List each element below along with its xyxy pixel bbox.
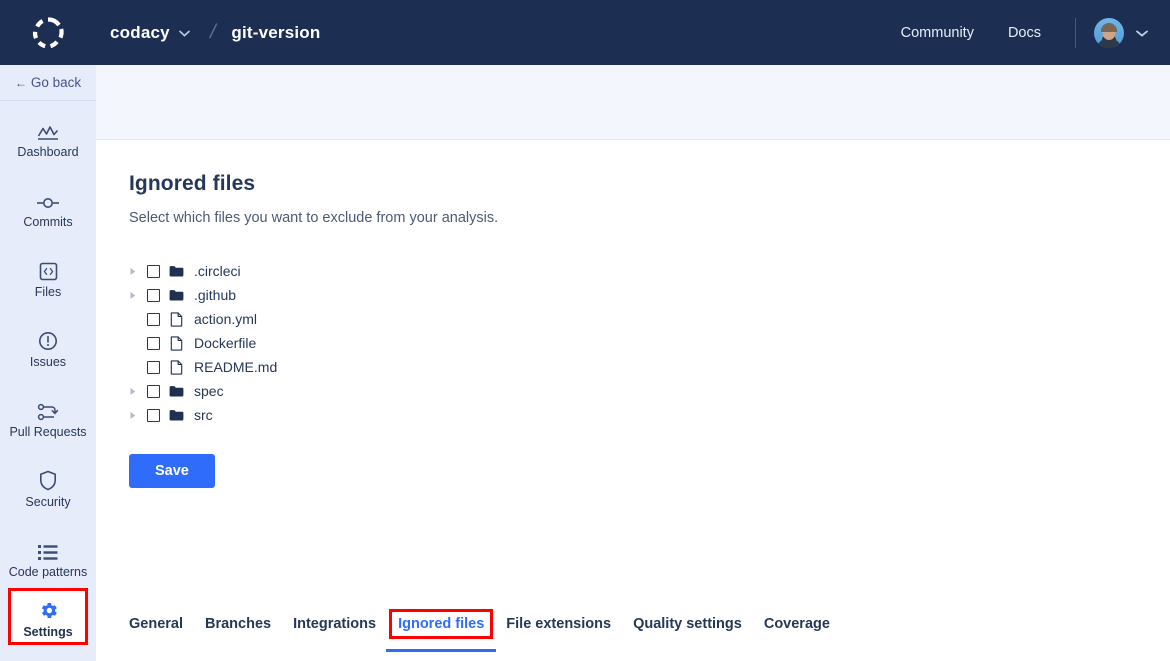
gear-icon [38, 595, 59, 621]
file-name: spec [194, 383, 224, 399]
sidebar-item-label: Security [25, 495, 71, 510]
chevron-right-icon[interactable] [124, 403, 142, 427]
file-name: Dockerfile [194, 335, 257, 351]
folder-icon [168, 383, 184, 399]
ignored-files-tree: .circleci .github action.yml Dockerfile … [124, 259, 1170, 427]
codacy-logo[interactable] [0, 0, 96, 65]
tab-ignored-files[interactable]: Ignored files [386, 609, 497, 652]
settings-tab-bar [96, 65, 1170, 140]
tab-file-extensions[interactable]: File extensions [506, 616, 611, 644]
sidebar-item-label: Commits [23, 215, 73, 230]
chevron-down-icon[interactable] [1136, 24, 1148, 42]
sidebar-item-commits[interactable]: Commits [0, 173, 96, 241]
file-icon [168, 335, 184, 351]
sidebar-item-dashboard[interactable]: Dashboard [0, 103, 96, 171]
sidebar-item-settings[interactable]: Settings [8, 588, 88, 645]
go-back-button[interactable]: ← Go back [0, 65, 96, 101]
avatar[interactable] [1094, 17, 1124, 48]
go-back-label: Go back [30, 75, 82, 90]
sidebar-item-label: Code patterns [8, 565, 88, 580]
table-row[interactable]: action.yml [124, 307, 1170, 331]
folder-icon [168, 287, 184, 303]
file-icon [168, 359, 184, 375]
chevron-right-icon[interactable] [124, 283, 142, 307]
divider [1075, 17, 1076, 48]
page-subtitle: Select which files you want to exclude f… [129, 210, 499, 226]
tab-branches[interactable]: Branches [205, 616, 271, 644]
community-link[interactable]: Community [901, 25, 974, 41]
file-icon [168, 311, 184, 327]
sidebar-item-files[interactable]: Files [0, 243, 96, 311]
tab-list: General Branches Integrations Ignored fi… [129, 609, 852, 661]
top-navigation-bar: codacy / git-version Community Docs [0, 0, 1170, 65]
chevron-down-icon[interactable] [178, 24, 190, 42]
arrow-left-icon: ← [14, 75, 27, 90]
sidebar-item-label: Settings [23, 624, 73, 639]
file-checkbox[interactable] [147, 264, 160, 278]
sidebar-item-pull-requests[interactable]: Pull Requests [0, 383, 96, 451]
chart-mountain-icon [37, 115, 59, 141]
code-brackets-icon [39, 255, 58, 281]
file-name: action.yml [194, 311, 258, 327]
table-row[interactable]: README.md [124, 355, 1170, 379]
folder-icon [168, 263, 184, 279]
docs-link[interactable]: Docs [1008, 25, 1041, 41]
sidebar-item-label: Pull Requests [9, 425, 87, 440]
left-sidebar: ← Go back Dashboard Commits Files Issues… [0, 65, 96, 661]
table-row[interactable]: .circleci [124, 259, 1170, 283]
tab-coverage[interactable]: Coverage [764, 616, 830, 644]
sidebar-item-label: Files [34, 285, 62, 300]
file-name: src [194, 407, 213, 423]
commit-node-icon [36, 185, 60, 211]
file-name: README.md [194, 359, 278, 375]
sidebar-item-label: Dashboard [17, 145, 79, 160]
exclamation-circle-icon [38, 325, 58, 351]
file-checkbox[interactable] [147, 384, 160, 398]
file-checkbox[interactable] [147, 288, 160, 302]
content-area: General Branches Integrations Ignored fi… [96, 65, 1170, 661]
sidebar-item-issues[interactable]: Issues [0, 313, 96, 381]
file-checkbox[interactable] [147, 408, 160, 422]
top-right-actions: Community Docs [901, 0, 1170, 65]
codacy-dashed-circle-logo [32, 16, 64, 48]
tab-integrations[interactable]: Integrations [293, 616, 376, 644]
shield-icon [39, 465, 57, 491]
folder-icon [168, 407, 184, 423]
table-row[interactable]: .github [124, 283, 1170, 307]
repo-name[interactable]: git-version [231, 23, 320, 43]
table-row[interactable]: src [124, 403, 1170, 427]
sidebar-item-security[interactable]: Security [0, 453, 96, 521]
file-name: .circleci [194, 263, 241, 279]
pull-request-icon [37, 395, 59, 421]
tab-general[interactable]: General [129, 616, 183, 644]
page-title: Ignored files [129, 172, 256, 195]
org-name[interactable]: codacy [110, 23, 170, 43]
file-checkbox[interactable] [147, 312, 160, 326]
sidebar-item-code-patterns[interactable]: Code patterns [0, 523, 96, 591]
table-row[interactable]: Dockerfile [124, 331, 1170, 355]
file-name: .github [194, 287, 237, 303]
breadcrumb-separator: / [207, 21, 218, 43]
chevron-right-icon[interactable] [124, 379, 142, 403]
file-checkbox[interactable] [147, 360, 160, 374]
ignored-files-panel: Ignored files Select which files you wan… [96, 140, 1170, 488]
chevron-right-icon[interactable] [124, 259, 142, 283]
list-icon [38, 535, 58, 561]
file-checkbox[interactable] [147, 336, 160, 350]
sidebar-item-label: Issues [29, 355, 67, 370]
table-row[interactable]: spec [124, 379, 1170, 403]
tab-quality-settings[interactable]: Quality settings [633, 616, 742, 644]
save-button[interactable]: Save [129, 454, 215, 488]
